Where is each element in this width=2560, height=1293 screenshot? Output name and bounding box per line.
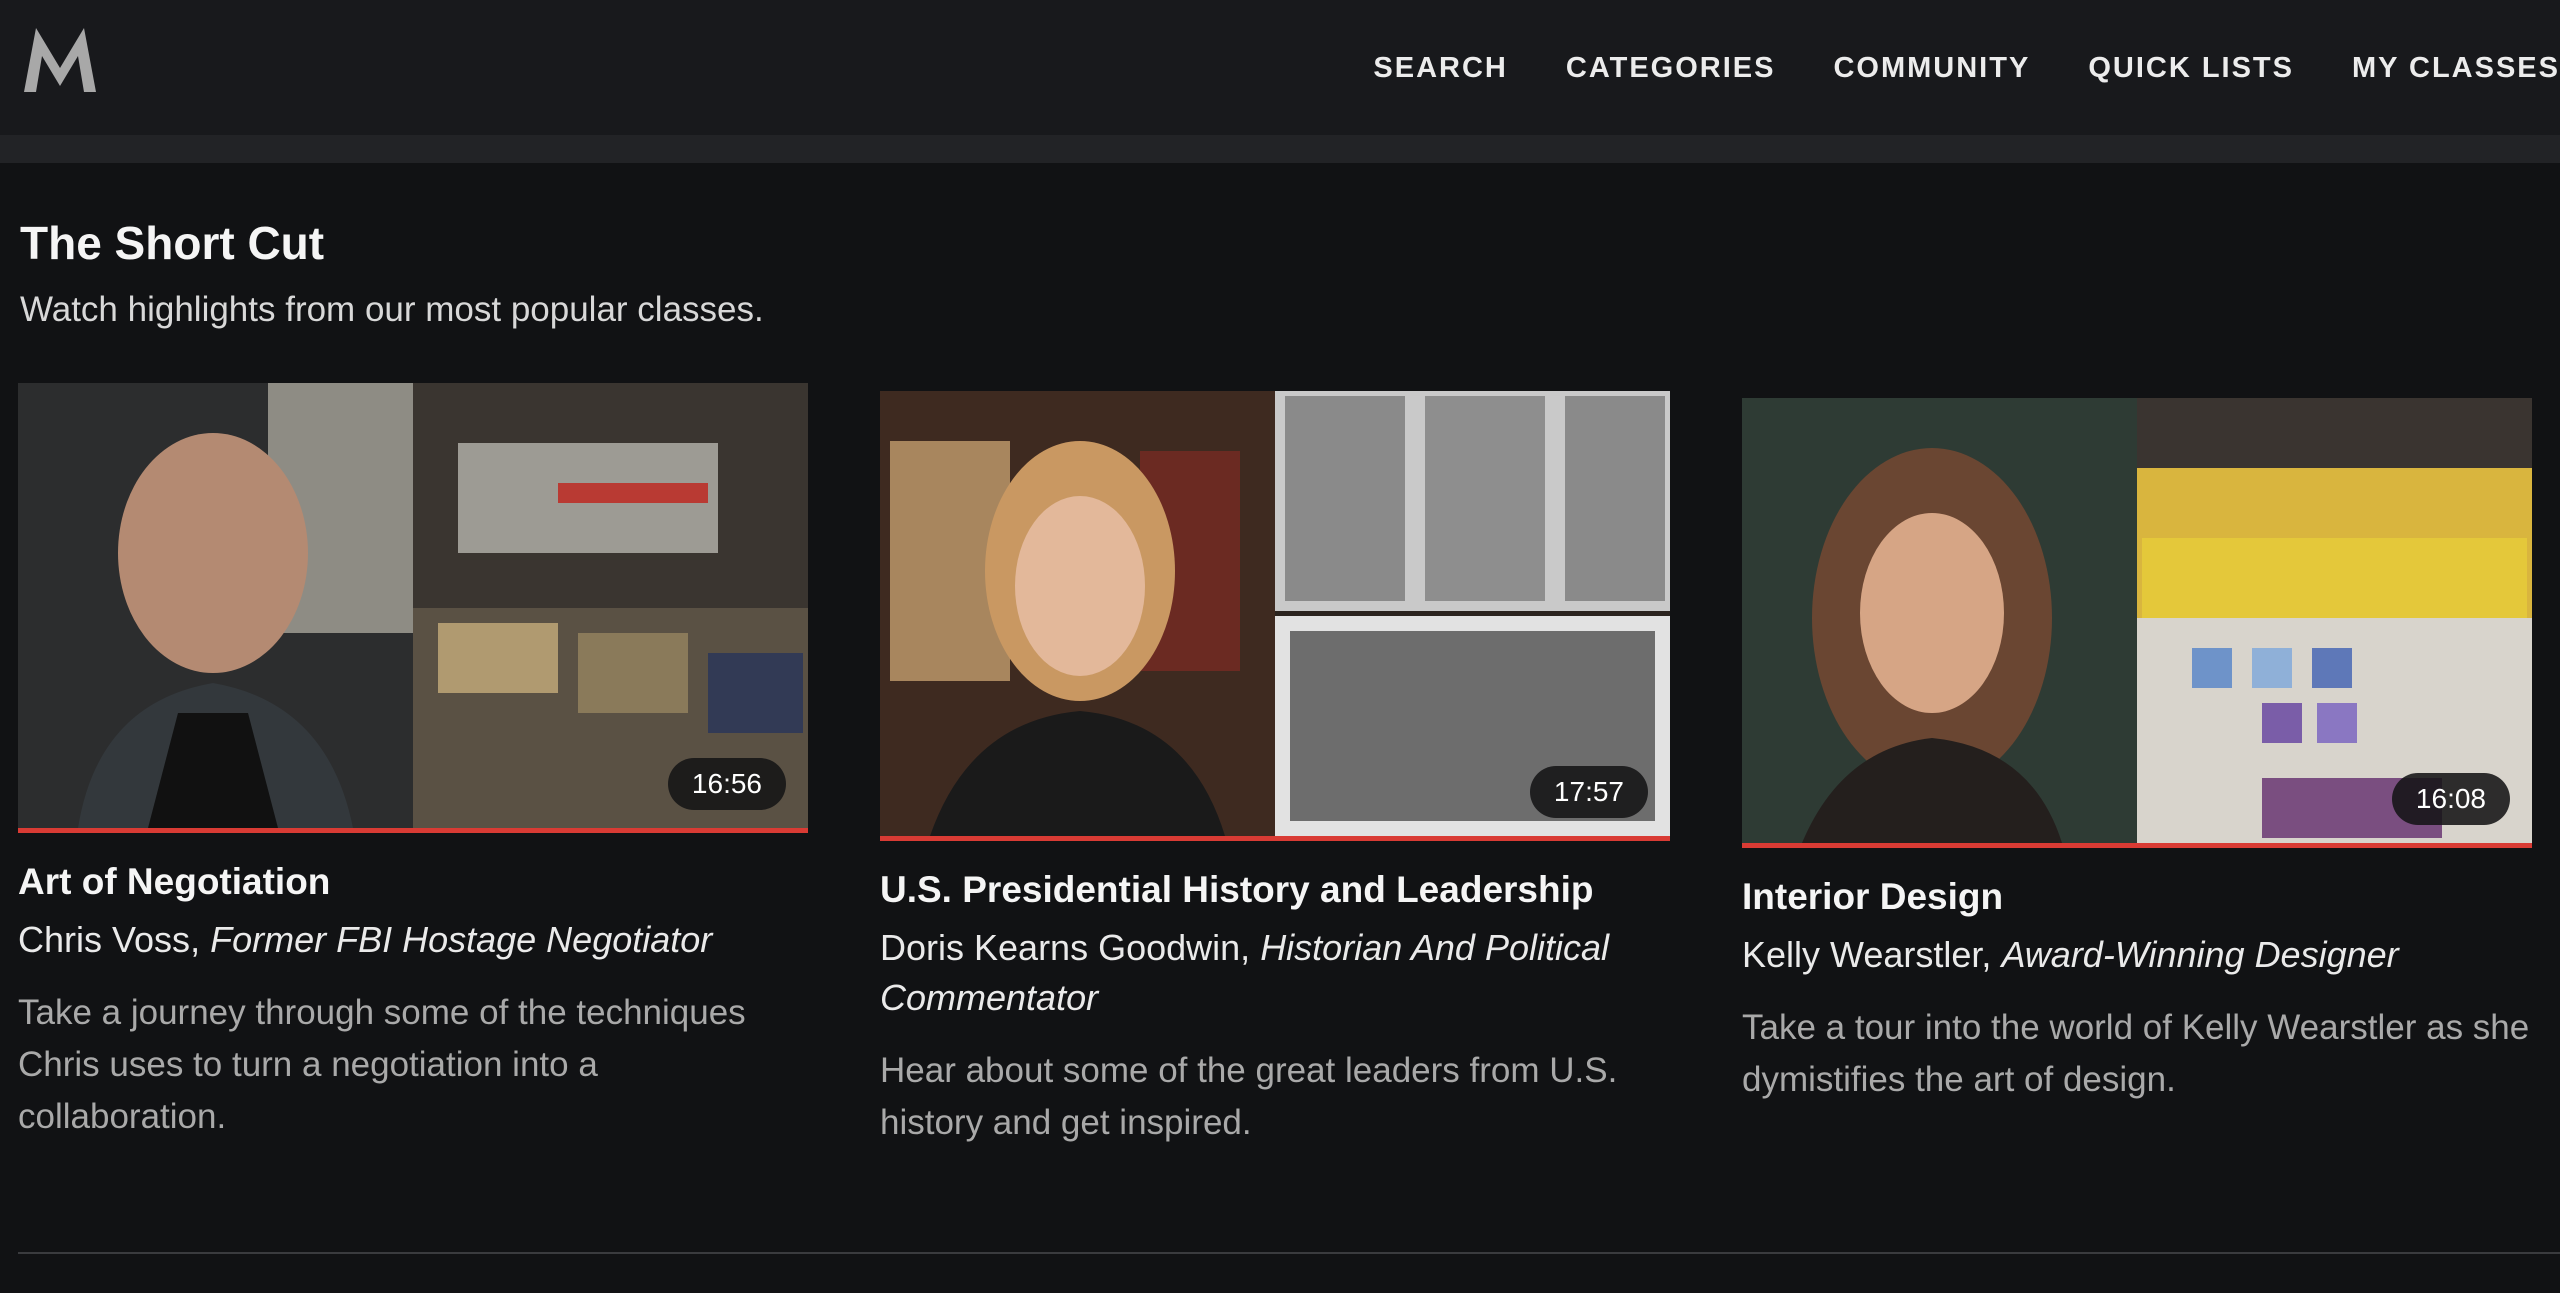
- video-thumbnail[interactable]: 16:08: [1742, 398, 2532, 848]
- instructor-role: Award-Winning Designer: [2001, 934, 2399, 975]
- instructor-role: Former FBI Hostage Negotiator: [210, 919, 713, 960]
- duration-badge: 16:56: [667, 758, 786, 810]
- duration-badge: 16:08: [2391, 773, 2510, 825]
- card-title[interactable]: U.S. Presidential History and Leadership: [880, 869, 1670, 911]
- nav-my-classes[interactable]: MY CLASSES: [2352, 52, 2560, 85]
- instructor-name: Chris Voss: [18, 919, 191, 960]
- nav-search[interactable]: SEARCH: [1373, 52, 1507, 85]
- nav-categories[interactable]: CATEGORIES: [1566, 52, 1776, 85]
- section-divider: [18, 1252, 2560, 1254]
- card-description: Hear about some of the great leaders fro…: [880, 1051, 1618, 1142]
- video-thumbnail[interactable]: 16:56: [18, 383, 808, 833]
- video-thumbnail[interactable]: 17:57: [880, 391, 1670, 841]
- card-title[interactable]: Interior Design: [1742, 876, 2532, 918]
- top-navigation-bar: SEARCH CATEGORIES COMMUNITY QUICK LISTS …: [0, 0, 2560, 163]
- class-card-presidential-history[interactable]: 17:57 U.S. Presidential History and Lead…: [880, 391, 1670, 1149]
- main-nav: SEARCH CATEGORIES COMMUNITY QUICK LISTS …: [1373, 52, 2560, 85]
- nav-community[interactable]: COMMUNITY: [1833, 52, 2030, 85]
- card-author: Chris Voss, Former FBI Hostage Negotiato…: [18, 919, 713, 960]
- card-title[interactable]: Art of Negotiation: [18, 861, 808, 903]
- instructor-name: Doris Kearns Goodwin: [880, 927, 1241, 968]
- card-description: Take a journey through some of the techn…: [18, 993, 746, 1136]
- card-author: Doris Kearns Goodwin, Historian And Poli…: [880, 927, 1610, 1018]
- instructor-name: Kelly Wearstler: [1742, 934, 1982, 975]
- duration-badge: 17:57: [1529, 766, 1648, 818]
- card-description: Take a tour into the world of Kelly Wear…: [1742, 1008, 2530, 1099]
- nav-quick-lists[interactable]: QUICK LISTS: [2088, 52, 2294, 85]
- masterclass-logo[interactable]: [20, 22, 100, 97]
- card-author: Kelly Wearstler, Award-Winning Designer: [1742, 934, 2399, 975]
- class-card-interior-design[interactable]: 16:08 Interior Design Kelly Wearstler, A…: [1742, 398, 2532, 1106]
- section-subtitle: Watch highlights from our most popular c…: [20, 290, 764, 329]
- class-card-negotiation[interactable]: 16:56 Art of Negotiation Chris Voss, For…: [18, 383, 808, 1143]
- section-title: The Short Cut: [20, 217, 325, 269]
